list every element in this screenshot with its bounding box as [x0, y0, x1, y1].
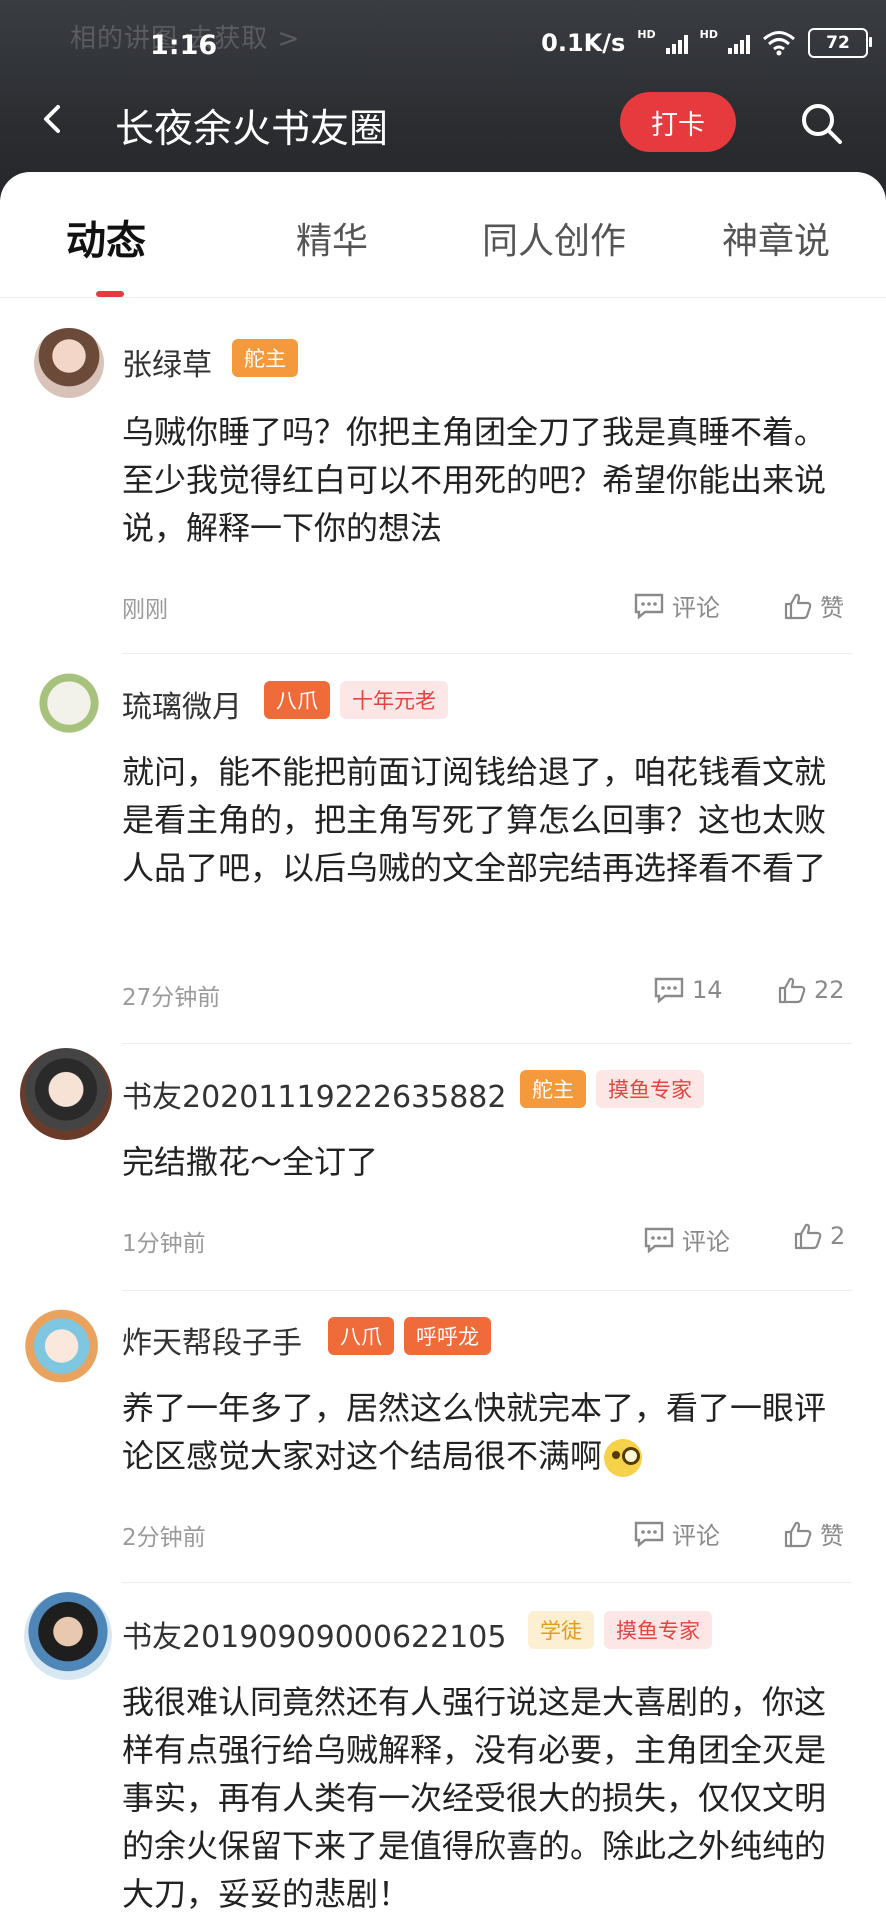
tab-bar: 动态 精华 同人创作 神章说 — [0, 172, 886, 298]
badge: 摸鱼专家 — [596, 1070, 704, 1108]
badge: 十年元老 — [340, 681, 448, 719]
thumbs-up-icon — [778, 977, 806, 1004]
comment-label: 评论 — [672, 594, 720, 622]
like-label: 赞 — [820, 594, 844, 622]
badge: 舵主 — [520, 1070, 586, 1108]
battery-level: 72 — [826, 33, 850, 53]
search-icon[interactable] — [798, 100, 844, 146]
thumbs-up-icon — [784, 1521, 812, 1547]
avatar[interactable] — [24, 1592, 112, 1680]
post-content[interactable]: 就问，能不能把前面订阅钱给退了，咱花钱看文就是看主角的，把主角写死了算怎么回事？… — [122, 748, 852, 892]
comment-button[interactable]: 评论 — [634, 1516, 720, 1551]
post-content[interactable]: 养了一年多了，居然这么快就完本了，看了一眼评论区感觉大家对这个结局很不满啊 — [122, 1384, 852, 1480]
comment-icon — [644, 1227, 674, 1253]
like-button[interactable]: 2 — [794, 1222, 845, 1250]
top-bar: 相的讲图 去获取 > 1:16 0.1K/s HD HD 72 长夜余火书友圈 … — [0, 0, 886, 200]
wifi-icon — [763, 31, 795, 56]
comment-count: 14 — [692, 976, 723, 1004]
divider — [122, 653, 852, 654]
badge-group: 舵主 摸鱼专家 — [520, 1070, 704, 1108]
avatar[interactable] — [20, 1048, 112, 1140]
thumbs-up-icon — [784, 593, 812, 619]
tab-highlights[interactable]: 精华 — [296, 212, 368, 264]
hd-icon-2: HD — [699, 28, 718, 41]
like-label: 赞 — [820, 1522, 844, 1550]
like-count: 22 — [814, 976, 845, 1004]
post-time: 27分钟前 — [122, 985, 221, 1011]
post-time: 2分钟前 — [122, 1525, 206, 1551]
comment-icon — [634, 1521, 664, 1547]
network-speed: 0.1K/s — [541, 29, 626, 57]
username[interactable]: 书友20201119222635882 — [122, 1072, 506, 1116]
badge: 八爪 — [264, 681, 330, 719]
badge-group: 舵主 — [232, 339, 298, 377]
username[interactable]: 书友20190909000622105 — [122, 1612, 506, 1656]
tab-dynamics[interactable]: 动态 — [66, 208, 146, 266]
tab-chapter-talk[interactable]: 神章说 — [722, 212, 830, 264]
comment-icon — [634, 593, 664, 619]
post-time: 1分钟前 — [122, 1231, 206, 1257]
nav-row: 长夜余火书友圈 打卡 — [0, 88, 886, 158]
status-time: 1:16 — [150, 30, 218, 61]
signal-icon — [665, 32, 688, 54]
post-content[interactable]: 完结撒花～全订了 — [122, 1138, 852, 1186]
post-content[interactable]: 我很难认同竟然还有人强行说这是大喜剧的，你这样有点强行给乌贼解释，没有必要，主角… — [122, 1678, 852, 1918]
username[interactable]: 炸天帮段子手 — [122, 1318, 302, 1362]
badge: 舵主 — [232, 339, 298, 377]
tab-fan-creation[interactable]: 同人创作 — [482, 212, 626, 264]
comment-icon — [654, 977, 684, 1003]
username[interactable]: 琉璃微月 — [122, 682, 242, 726]
post-content-text: 养了一年多了，居然这么快就完本了，看了一眼评论区感觉大家对这个结局很不满啊 — [122, 1389, 827, 1475]
divider — [122, 1582, 852, 1583]
divider — [122, 1043, 852, 1044]
badge-group: 八爪 呼呼龙 — [328, 1317, 491, 1355]
like-count: 2 — [830, 1222, 846, 1250]
username[interactable]: 张绿草 — [122, 340, 212, 384]
monocle-face-icon — [604, 1439, 643, 1477]
post-time: 刚刚 — [122, 597, 168, 623]
badge: 呼呼龙 — [404, 1317, 491, 1355]
like-button[interactable]: 22 — [778, 976, 845, 1004]
badge-group: 八爪 十年元老 — [264, 681, 448, 719]
avatar[interactable] — [34, 328, 104, 398]
tab-indicator — [96, 291, 124, 297]
status-icons: 0.1K/s HD HD 72 — [541, 28, 872, 58]
comment-button[interactable]: 评论 — [644, 1222, 730, 1257]
comment-label: 评论 — [682, 1228, 730, 1256]
post-content[interactable]: 乌贼你睡了吗？你把主角团全刀了我是真睡不着。至少我觉得红白可以不用死的吧？希望你… — [122, 408, 852, 552]
badge: 摸鱼专家 — [604, 1611, 712, 1649]
avatar[interactable] — [28, 658, 110, 740]
back-icon[interactable] — [38, 104, 68, 134]
signal-icon-2 — [728, 32, 750, 54]
page-title: 长夜余火书友圈 — [115, 107, 389, 152]
comment-button[interactable]: 14 — [654, 976, 723, 1004]
battery-icon: 72 — [808, 28, 872, 58]
thumbs-up-icon — [794, 1223, 822, 1250]
comment-label: 评论 — [672, 1522, 720, 1550]
checkin-button[interactable]: 打卡 — [620, 92, 736, 152]
comment-button[interactable]: 评论 — [634, 588, 720, 623]
like-button[interactable]: 赞 — [784, 1516, 844, 1551]
divider — [122, 1290, 852, 1291]
hd-icon: HD — [637, 28, 656, 41]
avatar[interactable] — [22, 1302, 110, 1390]
badge: 八爪 — [328, 1317, 394, 1355]
like-button[interactable]: 赞 — [784, 588, 844, 623]
badge-group: 学徒 摸鱼专家 — [528, 1611, 712, 1649]
badge: 学徒 — [528, 1611, 594, 1649]
